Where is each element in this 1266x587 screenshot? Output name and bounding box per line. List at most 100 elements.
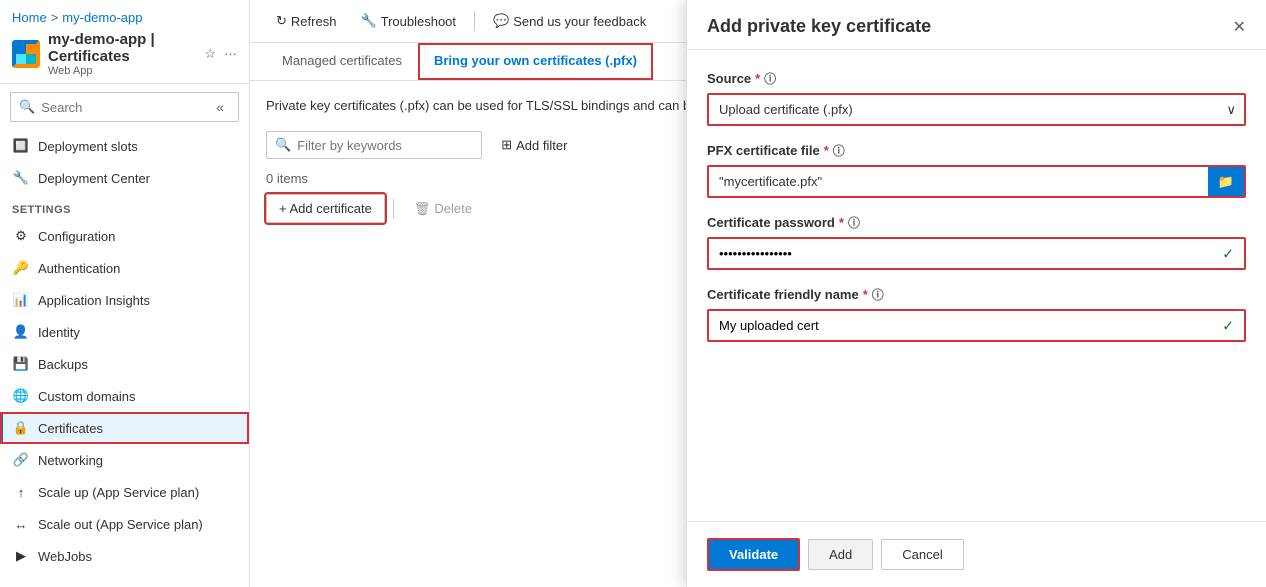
friendly-name-input[interactable]: [709, 311, 1244, 340]
pfx-file-input[interactable]: [709, 167, 1208, 196]
sidebar-header: Home > my-demo-app my-demo-app | Certifi…: [0, 0, 249, 84]
sidebar-item-label: Networking: [38, 453, 103, 468]
sidebar-item-networking[interactable]: 🔗 Networking: [0, 444, 249, 476]
networking-icon: 🔗: [12, 451, 30, 469]
identity-icon: 👤: [12, 323, 30, 341]
certificates-icon: 🔒: [12, 419, 30, 437]
cancel-button[interactable]: Cancel: [881, 539, 963, 570]
breadcrumb-app[interactable]: my-demo-app: [62, 10, 142, 25]
sidebar-item-configuration[interactable]: ⚙ Configuration: [0, 220, 249, 252]
collapse-icon[interactable]: «: [210, 97, 230, 117]
source-label-text: Source: [707, 71, 751, 86]
pfx-input-wrapper: 📁: [707, 165, 1246, 198]
action-separator: [393, 199, 394, 219]
panel-header: Add private key certificate ✕: [687, 0, 1266, 50]
sidebar-item-label: Scale up (App Service plan): [38, 485, 199, 500]
close-panel-button[interactable]: ✕: [1233, 17, 1246, 37]
friendly-name-info-icon[interactable]: ⓘ: [872, 286, 884, 303]
filter-input-wrapper[interactable]: 🔍: [266, 131, 482, 159]
scale-out-icon: ↔: [12, 515, 30, 533]
password-input[interactable]: [709, 239, 1244, 268]
tab-managed-certificates[interactable]: Managed certificates: [266, 43, 418, 80]
folder-icon: 📁: [1218, 174, 1234, 190]
scale-up-icon: ↑: [12, 483, 30, 501]
sidebar-item-webjobs[interactable]: ▶ WebJobs: [0, 540, 249, 572]
troubleshoot-button[interactable]: 🔧 Troubleshoot: [350, 8, 466, 34]
webjobs-icon: ▶: [12, 547, 30, 565]
filter-input[interactable]: [297, 138, 473, 153]
filter-search-icon: 🔍: [275, 137, 291, 153]
pfx-label-text: PFX certificate file: [707, 143, 820, 158]
sidebar-item-certificates[interactable]: 🔒 Certificates: [0, 412, 249, 444]
add-certificate-button[interactable]: + Add certificate: [266, 194, 385, 223]
breadcrumb-separator: >: [51, 10, 59, 25]
sidebar-item-label: Certificates: [38, 421, 103, 436]
breadcrumb: Home > my-demo-app: [12, 10, 237, 25]
password-required: *: [839, 215, 844, 230]
source-info-icon[interactable]: ⓘ: [764, 70, 776, 87]
feedback-button[interactable]: 💬 Send us your feedback: [483, 8, 656, 34]
breadcrumb-home[interactable]: Home: [12, 10, 47, 25]
password-field-label: Certificate password * ⓘ: [707, 214, 1246, 231]
settings-section-label: Settings: [0, 194, 249, 220]
star-icon[interactable]: ☆: [204, 46, 216, 62]
app-title: my-demo-app | Certificates: [48, 31, 196, 65]
app-title-icons: ☆ ···: [204, 46, 237, 62]
password-check-icon: ✓: [1222, 245, 1234, 262]
sidebar-item-label: Configuration: [38, 229, 115, 244]
app-subtitle: Web App: [48, 65, 196, 77]
search-input[interactable]: [41, 100, 204, 115]
add-filter-label: Add filter: [516, 138, 567, 153]
sidebar-item-deployment-center[interactable]: 🔧 Deployment Center: [0, 162, 249, 194]
toolbar-separator: [474, 11, 475, 31]
feedback-icon: 💬: [493, 13, 509, 29]
refresh-button[interactable]: ↻ Refresh: [266, 8, 346, 34]
validate-button[interactable]: Validate: [707, 538, 800, 571]
refresh-label: Refresh: [291, 14, 337, 29]
add-filter-button[interactable]: ⊞ Add filter: [490, 131, 578, 159]
troubleshoot-icon: 🔧: [360, 13, 376, 29]
sidebar-item-authentication[interactable]: 🔑 Authentication: [0, 252, 249, 284]
sidebar-item-scale-up[interactable]: ↑ Scale up (App Service plan): [0, 476, 249, 508]
source-field-group: Source * ⓘ Upload certificate (.pfx) Imp…: [707, 70, 1246, 126]
friendly-name-field-label: Certificate friendly name * ⓘ: [707, 286, 1246, 303]
delete-icon: 🗑: [414, 201, 431, 217]
app-name-block: my-demo-app | Certificates Web App: [48, 31, 196, 77]
search-box[interactable]: 🔍 «: [10, 92, 239, 122]
sidebar-item-identity[interactable]: 👤 Identity: [0, 316, 249, 348]
delete-button[interactable]: 🗑 Delete: [402, 195, 484, 223]
sidebar-item-label: Backups: [38, 357, 88, 372]
side-panel: Add private key certificate ✕ Source * ⓘ…: [686, 0, 1266, 587]
feedback-label: Send us your feedback: [513, 14, 646, 29]
pfx-info-icon[interactable]: ⓘ: [833, 142, 845, 159]
filter-icon: ⊞: [501, 137, 512, 153]
sidebar-item-label: WebJobs: [38, 549, 92, 564]
pfx-field-label: PFX certificate file * ⓘ: [707, 142, 1246, 159]
sidebar-item-application-insights[interactable]: 📊 Application Insights: [0, 284, 249, 316]
password-input-wrapper: ✓: [707, 237, 1246, 270]
sidebar-item-label: Deployment slots: [38, 139, 138, 154]
custom-domains-icon: 🌐: [12, 387, 30, 405]
sidebar-item-deployment-slots[interactable]: 🔲 Deployment slots: [0, 130, 249, 162]
authentication-icon: 🔑: [12, 259, 30, 277]
password-info-icon[interactable]: ⓘ: [848, 214, 860, 231]
sidebar-item-label: Identity: [38, 325, 80, 340]
app-icon: [12, 40, 40, 68]
friendly-name-check-icon: ✓: [1222, 317, 1234, 334]
add-button[interactable]: Add: [808, 539, 873, 570]
deployment-slots-icon: 🔲: [12, 137, 30, 155]
add-cert-label: + Add certificate: [279, 201, 372, 216]
sidebar-item-backups[interactable]: 💾 Backups: [0, 348, 249, 380]
cancel-label: Cancel: [902, 547, 942, 562]
sidebar-item-scale-out[interactable]: ↔ Scale out (App Service plan): [0, 508, 249, 540]
tab-bring-own-certificates[interactable]: Bring your own certificates (.pfx): [418, 43, 653, 80]
more-icon[interactable]: ···: [224, 46, 237, 62]
backups-icon: 💾: [12, 355, 30, 373]
sidebar-item-custom-domains[interactable]: 🌐 Custom domains: [0, 380, 249, 412]
sidebar-item-label: Application Insights: [38, 293, 150, 308]
refresh-icon: ↻: [276, 13, 287, 29]
pfx-browse-button[interactable]: 📁: [1208, 167, 1244, 196]
panel-footer: Validate Add Cancel: [687, 521, 1266, 587]
sidebar-item-label: Custom domains: [38, 389, 136, 404]
source-select[interactable]: Upload certificate (.pfx) Import Key Vau…: [707, 93, 1246, 126]
